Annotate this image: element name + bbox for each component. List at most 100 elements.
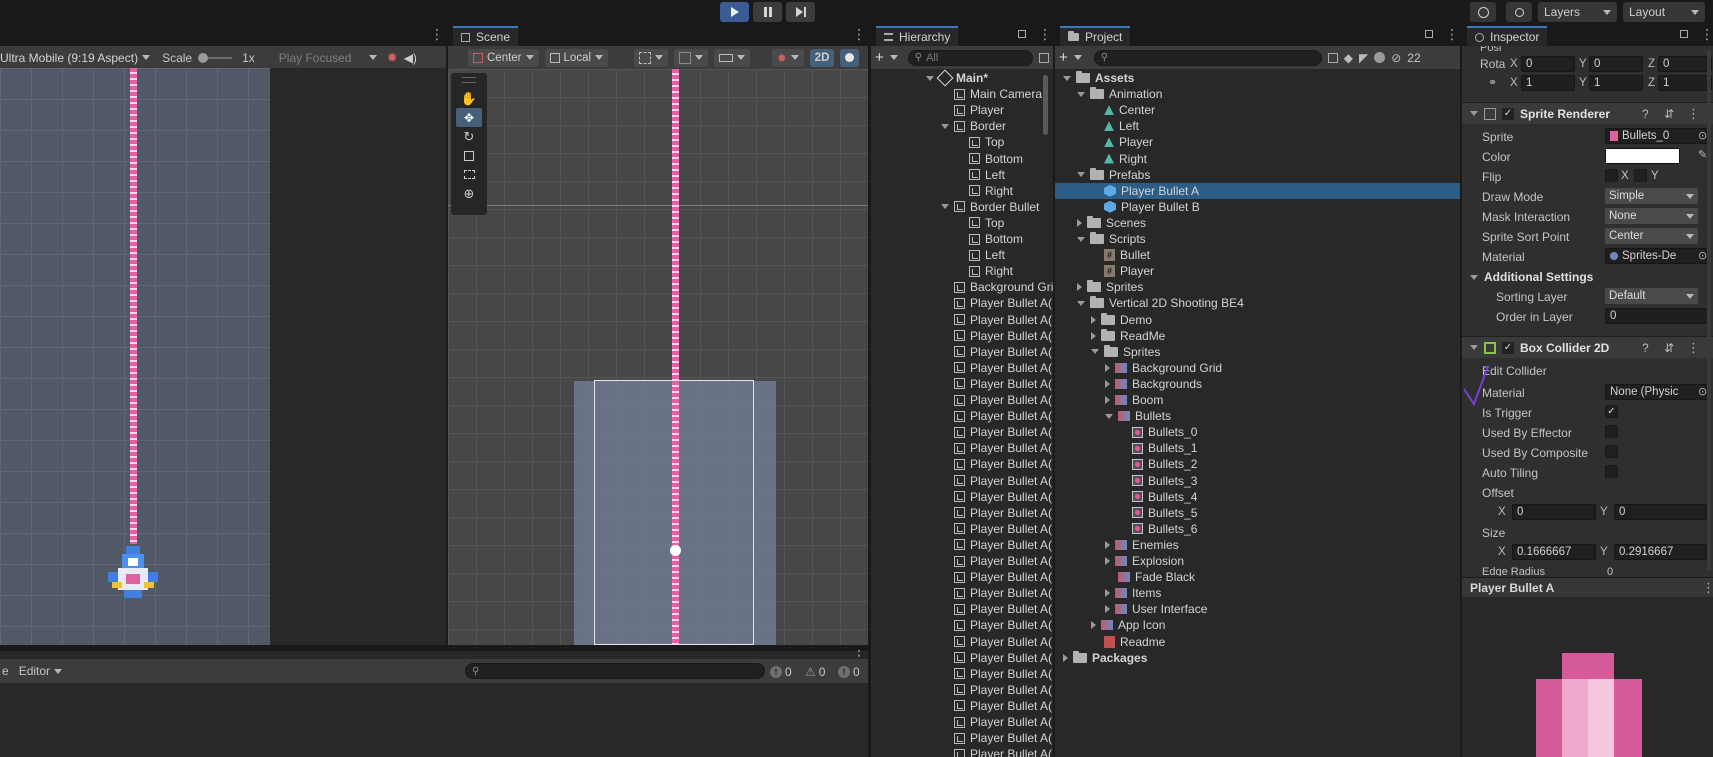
project-tree-item[interactable]: Fade Black (1105, 569, 1195, 585)
chevron-down-icon[interactable] (1470, 345, 1478, 350)
sort-point-dropdown[interactable]: Center (1605, 228, 1698, 244)
grid-snap-button[interactable] (634, 48, 669, 67)
project-tree-item[interactable]: Assets (1063, 70, 1134, 86)
size-y-field[interactable]: 0.2916667 (1614, 544, 1709, 560)
hierarchy-tree-item[interactable]: Player Bullet A( (941, 376, 1052, 392)
slider-handle[interactable] (198, 52, 209, 63)
more-options-icon[interactable]: ⋮ (852, 27, 866, 41)
hierarchy-tree-item[interactable]: Player Bullet A( (941, 569, 1052, 585)
chevron-down-icon[interactable] (1077, 236, 1085, 242)
chevron-right-icon[interactable] (1105, 363, 1110, 372)
project-tree-item[interactable]: App Icon (1091, 617, 1165, 633)
chevron-right-icon[interactable] (1091, 315, 1096, 324)
hierarchy-tree-item[interactable]: Player Bullet A( (941, 666, 1052, 682)
project-tree-item[interactable]: Background Grid (1105, 360, 1222, 376)
editor-dropdown[interactable]: Editor (19, 664, 63, 678)
hierarchy-tree-item[interactable]: Left (956, 167, 1005, 183)
preview-menu-icon[interactable]: ⋮ (1702, 580, 1713, 596)
chevron-down-icon[interactable] (1077, 91, 1085, 97)
hierarchy-tree-item[interactable]: Player Bullet A( (941, 601, 1052, 617)
layers-dropdown[interactable]: Layers (1538, 2, 1617, 22)
hand-tool-icon[interactable]: ✋ (456, 89, 482, 108)
type-filter-icon[interactable]: ◆ (1344, 51, 1353, 65)
more-options-icon[interactable]: ⋮ (1445, 27, 1459, 41)
error-counter[interactable]: ! 0 (838, 665, 860, 679)
hierarchy-tree-item[interactable]: Player Bullet A( (941, 295, 1052, 311)
project-tree-item[interactable]: Bullets_3 (1119, 473, 1197, 489)
hierarchy-tree-item[interactable]: Player Bullet A( (941, 489, 1052, 505)
move-tool-icon[interactable]: ✥ (456, 108, 482, 127)
chevron-right-icon[interactable] (1105, 396, 1110, 404)
hierarchy-tree-item[interactable]: Border Bullet (941, 199, 1039, 215)
hierarchy-tree-item[interactable]: Main Camera (941, 86, 1042, 102)
hierarchy-tree-item[interactable]: Player Bullet A( (941, 698, 1052, 714)
chevron-down-icon[interactable] (941, 204, 949, 210)
tab-scene[interactable]: Scene (453, 26, 519, 46)
is-trigger-checkbox[interactable]: ✓ (1605, 405, 1618, 418)
color-swatch[interactable] (1605, 148, 1680, 164)
chevron-right-icon[interactable] (1105, 589, 1110, 598)
step-button[interactable] (786, 2, 815, 22)
flip-x-checkbox[interactable] (1605, 169, 1618, 182)
project-tree-item[interactable]: # Bullet (1091, 247, 1150, 263)
enabled-checkbox[interactable]: ✓ (1502, 107, 1514, 120)
hierarchy-tree-item[interactable]: Player Bullet A( (941, 650, 1052, 666)
project-tree-item[interactable]: Bullets (1105, 408, 1171, 424)
hierarchy-tree-item[interactable]: Player Bullet A( (941, 456, 1052, 472)
auto-tiling-checkbox[interactable] (1605, 465, 1618, 478)
object-picker-icon[interactable]: ⊙ (1698, 249, 1707, 262)
hierarchy-tree-item[interactable]: Right (956, 263, 1013, 279)
aspect-dropdown[interactable]: Ultra Mobile (9:19 Aspect) (0, 51, 151, 65)
add-icon[interactable]: + (1059, 49, 1068, 66)
lighting-toggle-button[interactable] (840, 48, 860, 67)
transform-tool-icon[interactable]: ⊕ (456, 184, 482, 203)
rotate-tool-icon[interactable]: ↻ (456, 127, 482, 146)
project-tree-item[interactable]: Scenes (1077, 215, 1146, 231)
chevron-right-icon[interactable] (1063, 653, 1068, 662)
lock-icon[interactable] (1425, 30, 1433, 38)
mask-interaction-dropdown[interactable]: None (1605, 208, 1698, 224)
scale-y-field[interactable]: 1 (1589, 75, 1643, 91)
hierarchy-tree-item[interactable]: Player Bullet A( (941, 521, 1052, 537)
project-tree-item[interactable]: Packages (1063, 650, 1147, 666)
more-options-icon[interactable]: ⋮ (1700, 27, 1713, 41)
space-dropdown[interactable]: Local (544, 48, 609, 67)
chevron-down-icon[interactable] (1063, 75, 1071, 81)
hierarchy-tree-item[interactable]: Player Bullet A( (941, 360, 1052, 376)
hierarchy-tree-item[interactable]: Background Gri (941, 279, 1053, 295)
project-tree-item[interactable]: Player (1091, 134, 1153, 150)
audio-icon[interactable]: ◀) (404, 51, 417, 65)
size-x-field[interactable]: 0.1666667 (1512, 544, 1596, 560)
bug-icon[interactable]: ✹ (387, 50, 398, 66)
hierarchy-tree-item[interactable]: Player Bullet A( (941, 617, 1052, 633)
play-button[interactable] (720, 2, 749, 22)
project-tree-item[interactable]: Bullets_0 (1119, 424, 1197, 440)
chevron-down-icon[interactable] (1470, 111, 1478, 116)
pivot-dropdown[interactable]: Center (468, 48, 539, 67)
project-tree-item[interactable]: Animation (1077, 86, 1162, 102)
project-tree-item[interactable]: Sprites (1077, 279, 1143, 295)
component-menu-icon[interactable]: ⋮ (1687, 106, 1700, 122)
tab-inspector[interactable]: Inspector (1467, 26, 1548, 46)
project-tree-item[interactable]: Items (1105, 585, 1161, 601)
component-menu-icon[interactable]: ⋮ (1687, 340, 1700, 356)
log-counter[interactable]: ! 0 (770, 665, 792, 679)
pause-button[interactable] (753, 2, 782, 22)
scale-slider[interactable] (198, 52, 233, 63)
chevron-right-icon[interactable] (1091, 621, 1096, 630)
chevron-right-icon[interactable] (1105, 557, 1110, 565)
additional-settings-foldout[interactable]: Additional Settings (1470, 270, 1593, 284)
presets-icon[interactable]: ⇵ (1664, 341, 1674, 355)
undo-history-button[interactable] (1470, 2, 1496, 22)
order-in-layer-field[interactable]: 0 (1605, 308, 1709, 324)
hierarchy-tree-item[interactable]: Player Bullet A( (941, 440, 1052, 456)
chevron-right-icon[interactable] (1105, 605, 1110, 614)
hierarchy-tree-item[interactable]: Player Bullet A( (941, 392, 1052, 408)
hierarchy-tree-item[interactable]: Top (956, 215, 1004, 231)
warning-counter[interactable]: ⚠ 0 (805, 665, 825, 679)
offset-y-field[interactable]: 0 (1614, 504, 1709, 520)
project-tree-item[interactable]: Center (1091, 102, 1155, 118)
hierarchy-tree-item[interactable]: Player Bullet A( (941, 408, 1052, 424)
lock-icon[interactable] (1680, 30, 1688, 38)
collider-material-field[interactable]: None (Physic (1605, 384, 1709, 400)
